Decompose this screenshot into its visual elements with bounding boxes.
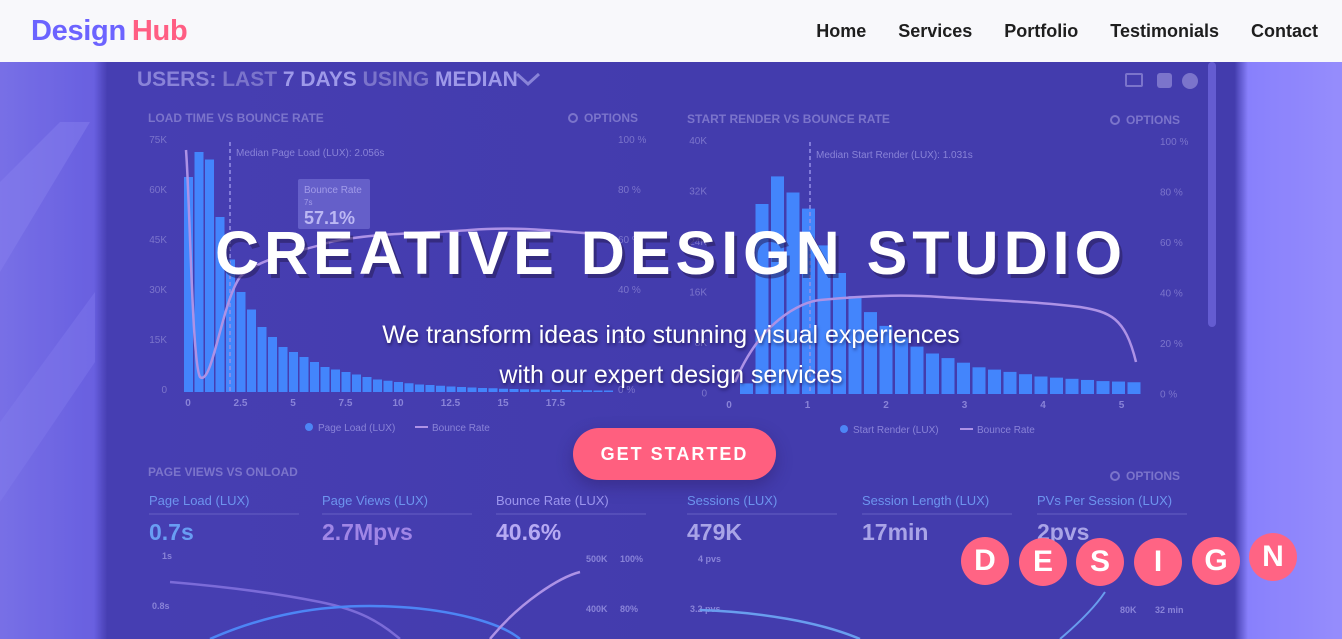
nav-services[interactable]: Services <box>898 21 972 42</box>
hero-subtitle-line1: We transform ideas into stunning visual … <box>382 321 960 349</box>
letter-n: N <box>1249 533 1297 581</box>
logo[interactable]: Design Hub <box>31 14 188 48</box>
letter-g: G <box>1192 537 1240 585</box>
nav-contact[interactable]: Contact <box>1251 21 1318 42</box>
logo-word-design: Design <box>31 14 126 47</box>
main-nav: Home Services Portfolio Testimonials Con… <box>816 21 1318 42</box>
get-started-button[interactable]: GET STARTED <box>573 428 776 480</box>
design-letters: D E S I G N <box>961 533 1301 593</box>
letter-d: D <box>961 537 1009 585</box>
hero-title: CREATIVE DESIGN STUDIO <box>214 219 1128 287</box>
hero-subtitle-line2: with our expert design services <box>499 361 843 389</box>
letter-s: S <box>1076 538 1124 586</box>
nav-portfolio[interactable]: Portfolio <box>1004 21 1078 42</box>
hero-subtitle: We transform ideas into stunning visual … <box>0 315 1342 395</box>
logo-word-hub: Hub <box>131 14 188 47</box>
nav-testimonials[interactable]: Testimonials <box>1110 21 1219 42</box>
site-header: Design Hub Home Services Portfolio Testim… <box>0 0 1342 62</box>
nav-home[interactable]: Home <box>816 21 866 42</box>
letter-e: E <box>1019 538 1067 586</box>
letter-i: I <box>1134 538 1182 586</box>
